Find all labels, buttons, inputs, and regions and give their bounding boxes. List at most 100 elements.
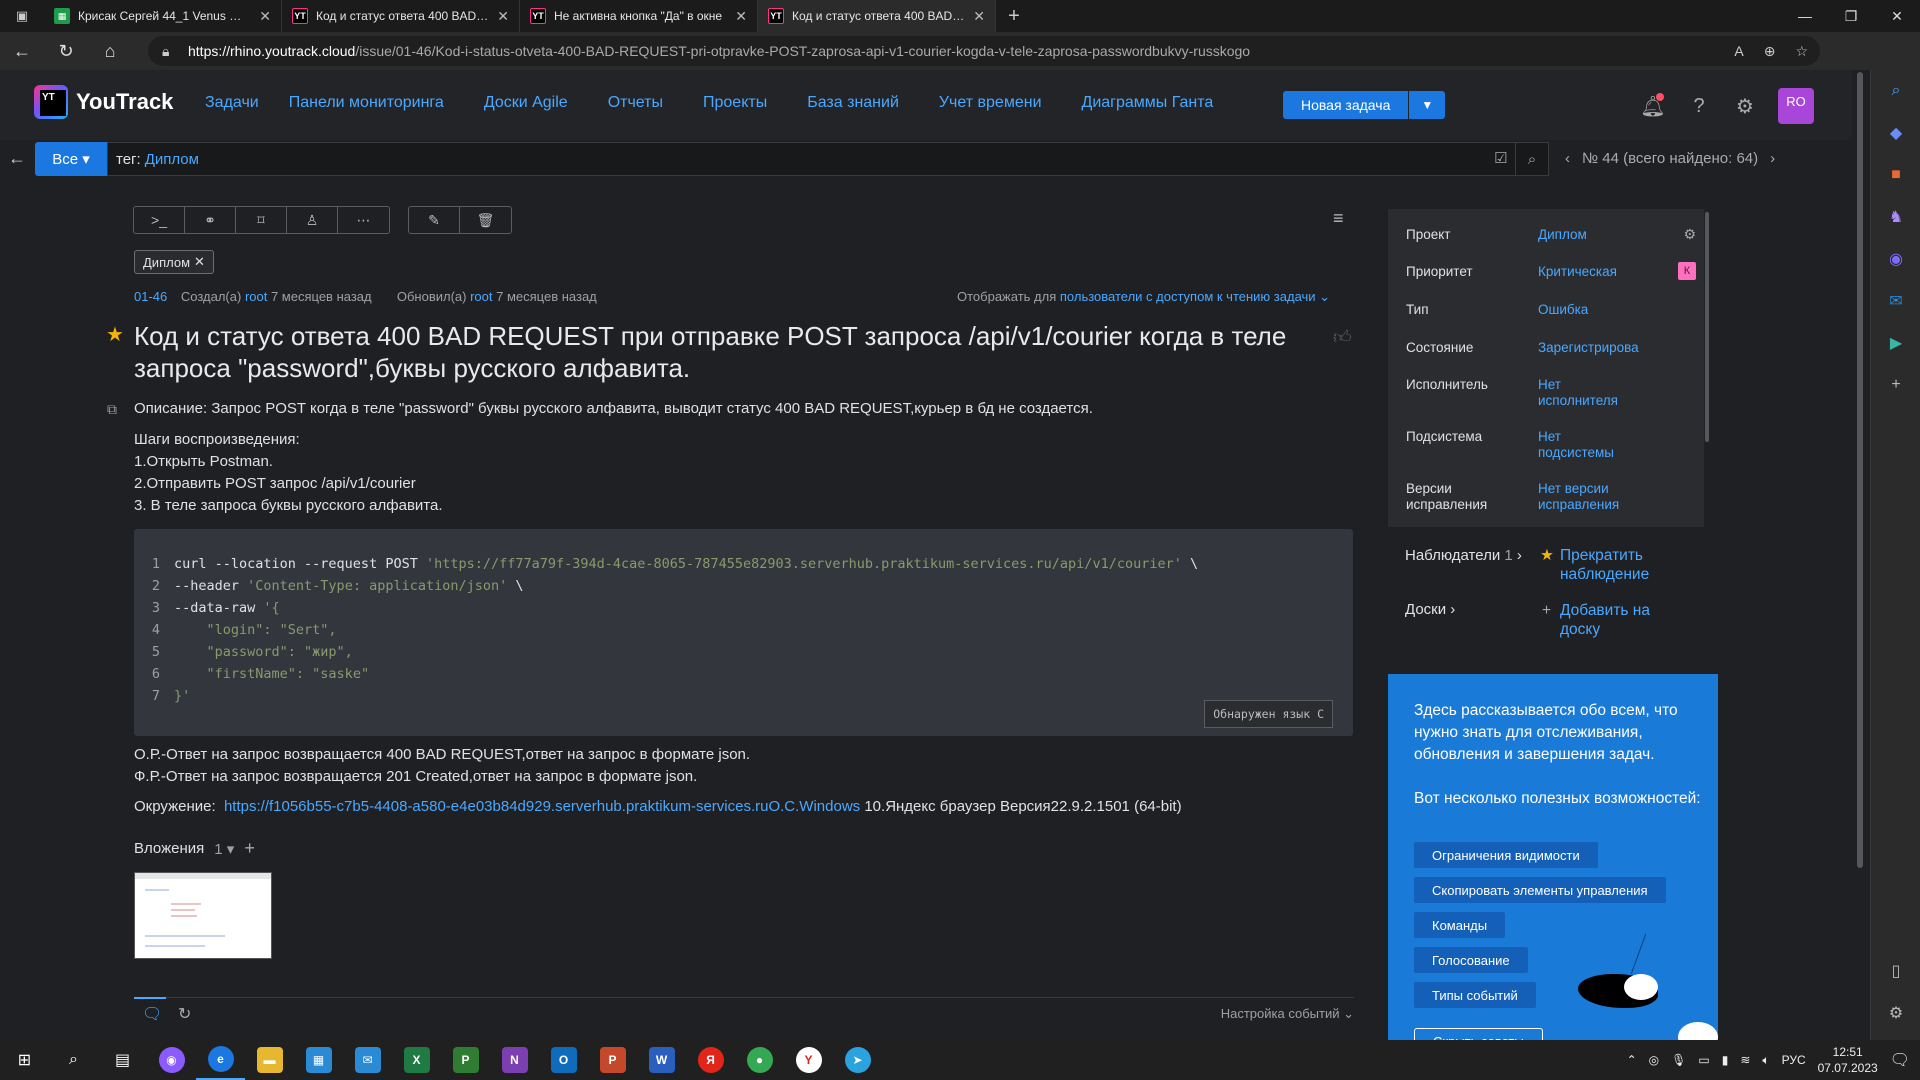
history-icon[interactable]: ↻ bbox=[178, 1004, 191, 1024]
word-icon[interactable]: W bbox=[637, 1040, 686, 1080]
volume-icon[interactable]: 🔈︎ bbox=[1762, 1053, 1769, 1068]
home-icon[interactable]: ⌂ bbox=[88, 32, 132, 70]
attachment-thumbnail[interactable] bbox=[134, 872, 272, 959]
explorer-icon[interactable]: ▬ bbox=[245, 1040, 294, 1080]
zoom-icon[interactable]: ⊕ bbox=[1764, 43, 1776, 60]
hide-tips-button[interactable]: Скрыть советы bbox=[1414, 1028, 1543, 1040]
yandex-browser-icon[interactable]: Y bbox=[784, 1040, 833, 1080]
meet-icon[interactable]: ◎ bbox=[1649, 1053, 1659, 1067]
save-search-icon[interactable]: ☑ bbox=[1494, 149, 1507, 167]
search-input[interactable]: тег: Диплом ☑ ✕ bbox=[107, 142, 1541, 176]
browser-tab-4-active[interactable]: YT Код и статус ответа 400 BAD RE ✕ bbox=[758, 0, 996, 32]
field-value[interactable]: Диплом bbox=[1538, 227, 1688, 243]
events-settings[interactable]: Настройка событий ⌄ bbox=[1221, 1006, 1354, 1022]
visibility-dropdown[interactable]: пользователи с доступом к чтению задачи bbox=[1060, 289, 1316, 304]
browser-tab-2[interactable]: YT Код и статус ответа 400 BAD RE ✕ bbox=[282, 0, 520, 32]
project-icon[interactable]: P bbox=[441, 1040, 490, 1080]
chevron-up-icon[interactable]: ⌃ bbox=[1627, 1053, 1637, 1067]
sidebar-toggle-icon[interactable]: ▯ bbox=[1871, 950, 1920, 992]
youtrack-logo[interactable]: YouTrack bbox=[34, 85, 173, 119]
notifications-icon[interactable]: 🗨︎ bbox=[1890, 1050, 1910, 1070]
project-settings-icon[interactable]: ⚙ bbox=[1683, 226, 1696, 243]
outlook-icon[interactable]: ✉ bbox=[1871, 280, 1920, 322]
browser-tab-1[interactable]: ▦ Крисак Сергей 44_1 Venus — д ✕ bbox=[44, 0, 282, 32]
remove-tag-icon[interactable]: ✕ bbox=[194, 254, 205, 270]
delete-trash-icon[interactable]: 🗑︎ bbox=[460, 207, 511, 233]
task-view-icon[interactable]: ▤ bbox=[98, 1040, 147, 1080]
command-icon[interactable]: >_ bbox=[134, 207, 185, 233]
add-attachment-icon[interactable]: + bbox=[244, 838, 255, 859]
shopping-icon[interactable]: ◆ bbox=[1871, 112, 1920, 154]
games-icon[interactable]: ♞ bbox=[1871, 196, 1920, 238]
browser-tab-3[interactable]: YT Не активна кнопка "Да" в окне ✕ bbox=[520, 0, 758, 32]
language-badge[interactable]: Обнаружен язык C bbox=[1204, 700, 1333, 728]
favorite-star-icon[interactable]: ☆ bbox=[1795, 43, 1808, 60]
search-icon[interactable]: ⌕ bbox=[1871, 70, 1920, 112]
issue-id[interactable]: 01-46 bbox=[134, 289, 167, 304]
wifi-icon[interactable]: ≋ bbox=[1740, 1053, 1750, 1067]
chevron-down-icon[interactable]: ▼ bbox=[1409, 91, 1446, 119]
nav-issues[interactable]: Задачи bbox=[205, 94, 259, 112]
nav-agile-boards[interactable]: Доски Agile bbox=[484, 94, 568, 112]
search-scope-button[interactable]: Все ▾ bbox=[35, 142, 107, 176]
assign-user-icon[interactable]: ♙ bbox=[287, 207, 338, 233]
back-icon[interactable]: ← bbox=[0, 32, 44, 70]
close-tab-icon[interactable]: ✕ bbox=[735, 8, 747, 25]
display-icon[interactable]: ▭ bbox=[1698, 1053, 1709, 1067]
tab-actions-icon[interactable]: ▣ bbox=[0, 0, 44, 32]
field-value[interactable]: Ошибка bbox=[1538, 302, 1688, 318]
close-tab-icon[interactable]: ✕ bbox=[973, 8, 985, 25]
settings-icon[interactable]: ⚙ bbox=[1871, 992, 1920, 1034]
layout-menu-icon[interactable]: ≡ bbox=[1333, 208, 1344, 229]
nav-dashboards[interactable]: Панели мониторинга bbox=[289, 94, 444, 112]
url-field[interactable]: 🔒︎ https://rhino.youtrack.cloud/issue/01… bbox=[148, 36, 1820, 66]
refresh-icon[interactable]: ↻ bbox=[44, 32, 88, 70]
chrome-icon[interactable]: ● bbox=[735, 1040, 784, 1080]
star-icon[interactable]: ★ bbox=[106, 322, 124, 347]
tag-icon[interactable]: ⌑ bbox=[236, 207, 287, 233]
tools-icon[interactable]: ■ bbox=[1871, 154, 1920, 196]
tip-voting[interactable]: Голосование bbox=[1414, 947, 1528, 973]
link-icon[interactable]: ⚭ bbox=[185, 207, 236, 233]
search-icon[interactable]: ⌕ bbox=[49, 1040, 98, 1080]
microphone-icon[interactable]: 🎙︎ bbox=[1671, 1053, 1686, 1067]
notifications-bell-icon[interactable]: 🔔︎ bbox=[1640, 91, 1666, 121]
nav-projects[interactable]: Проекты bbox=[703, 94, 767, 112]
nav-gantt-charts[interactable]: Диаграммы Ганта bbox=[1082, 94, 1214, 112]
edit-pencil-icon[interactable]: ✎ bbox=[409, 207, 460, 233]
unwatch-button[interactable]: ★ Прекратить наблюдение bbox=[1540, 546, 1692, 584]
alice-icon[interactable]: ◉ bbox=[147, 1040, 196, 1080]
comments-icon[interactable]: 🗨︎ bbox=[142, 1004, 162, 1024]
read-aloud-icon[interactable]: A bbox=[1734, 43, 1743, 60]
add-to-board-button[interactable]: + Добавить на доску bbox=[1542, 601, 1692, 639]
office-icon[interactable]: ◉ bbox=[1871, 238, 1920, 280]
language-indicator[interactable]: РУС bbox=[1782, 1053, 1806, 1067]
nav-knowledge-base[interactable]: База знаний bbox=[807, 94, 899, 112]
more-actions-icon[interactable]: ⋯ bbox=[338, 207, 389, 233]
search-icon[interactable]: ⌕ bbox=[1515, 142, 1549, 176]
close-tab-icon[interactable]: ✕ bbox=[497, 8, 509, 25]
add-icon[interactable]: + bbox=[1871, 364, 1920, 406]
new-tab-icon[interactable]: + bbox=[996, 0, 1032, 32]
boards-label[interactable]: Доски › bbox=[1405, 601, 1455, 618]
updater-link[interactable]: root bbox=[470, 289, 492, 304]
battery-icon[interactable]: ▮ bbox=[1722, 1053, 1729, 1067]
tip-visibility[interactable]: Ограничения видимости bbox=[1414, 842, 1598, 868]
help-icon[interactable]: ? bbox=[1686, 91, 1712, 121]
tip-commands[interactable]: Команды bbox=[1414, 912, 1506, 938]
yandex-icon[interactable]: Я bbox=[686, 1040, 735, 1080]
onenote-icon[interactable]: N bbox=[490, 1040, 539, 1080]
field-value[interactable]: Зарегистрирова bbox=[1538, 340, 1688, 356]
start-icon[interactable]: ⊞ bbox=[0, 1040, 49, 1080]
prev-issue-icon[interactable]: ‹ bbox=[1565, 150, 1570, 167]
nav-time-tracking[interactable]: Учет времени bbox=[939, 94, 1042, 112]
back-arrow-icon[interactable]: ← bbox=[8, 148, 26, 169]
environment-link[interactable]: https://f1056b55-c7b5-4408-a580-e4e03b84… bbox=[224, 798, 860, 815]
copy-icon[interactable]: ⧉ bbox=[107, 401, 123, 417]
field-value[interactable]: Нет исполнителя bbox=[1538, 377, 1628, 409]
field-value[interactable]: Критическая bbox=[1538, 264, 1688, 280]
admin-gear-icon[interactable]: ⚙ bbox=[1732, 91, 1758, 121]
fields-scrollbar[interactable] bbox=[1705, 212, 1709, 442]
avatar[interactable]: RO bbox=[1778, 88, 1814, 124]
creator-link[interactable]: root bbox=[245, 289, 267, 304]
